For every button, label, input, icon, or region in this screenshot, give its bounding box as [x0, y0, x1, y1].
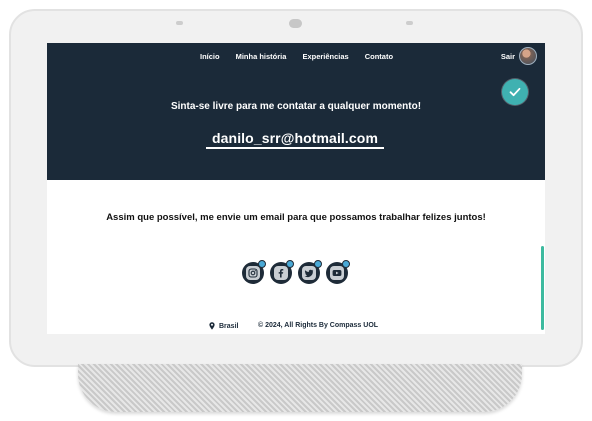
avatar[interactable] — [519, 47, 537, 65]
main-nav: Início Minha história Experiências Conta… — [200, 52, 393, 61]
twitter-icon — [302, 266, 316, 280]
youtube-button[interactable] — [326, 260, 350, 284]
social-links — [242, 260, 350, 284]
device-speaker-base — [78, 364, 522, 412]
device-sensor-left — [176, 21, 183, 25]
hero-title: Sinta-se livre para me contatar a qualqu… — [170, 101, 422, 112]
device-sensor-right — [406, 21, 413, 25]
nav-item-inicio[interactable]: Início — [200, 52, 220, 61]
footer-location: Brasil — [209, 322, 238, 330]
footer-copyright: © 2024, All Rights By Compass UOL — [258, 322, 379, 329]
contact-message: Assim que possível, me envie um email pa… — [106, 212, 486, 223]
facebook-button[interactable] — [270, 260, 294, 284]
facebook-icon — [274, 266, 288, 280]
twitter-button[interactable] — [298, 260, 322, 284]
nav-item-minha-historia[interactable]: Minha história — [236, 52, 287, 61]
badge-dot — [258, 260, 266, 268]
email-link[interactable]: danilo_srr@hotmail.com — [206, 130, 384, 149]
contact-hero: Início Minha história Experiências Conta… — [47, 43, 545, 180]
screen: Início Minha história Experiências Conta… — [47, 43, 545, 334]
footer-location-label: Brasil — [219, 322, 239, 330]
instagram-icon — [246, 266, 260, 280]
logout-link[interactable]: Sair — [501, 52, 515, 61]
instagram-button[interactable] — [242, 260, 266, 284]
badge-dot — [314, 260, 322, 268]
device-camera — [289, 19, 302, 28]
scrollbar[interactable] — [541, 246, 544, 330]
location-pin-icon — [209, 322, 215, 330]
nav-item-experiencias[interactable]: Experiências — [302, 52, 348, 61]
badge-dot — [286, 260, 294, 268]
badge-dot — [342, 260, 350, 268]
nav-item-contato[interactable]: Contato — [365, 52, 393, 61]
youtube-icon — [330, 266, 344, 280]
